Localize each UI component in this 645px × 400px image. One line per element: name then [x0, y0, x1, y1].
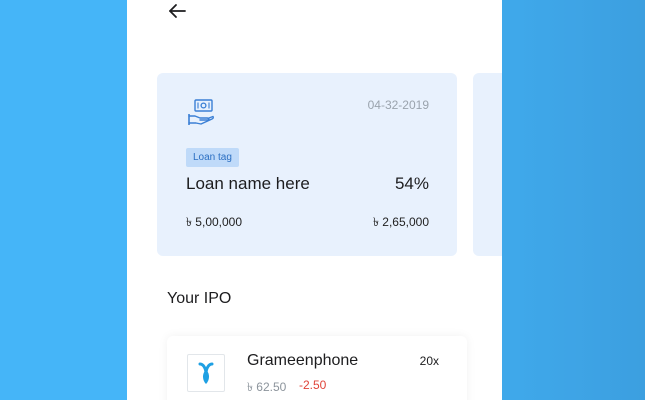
loan-name: Loan name here: [186, 174, 310, 193]
ipo-multiplier: 20x: [419, 354, 439, 368]
loan-amount-remaining: ৳ 2,65,000: [372, 215, 429, 229]
app-screen: 04-32-2019 Loan tag Loan name here 54% ৳…: [127, 0, 502, 400]
loan-card[interactable]: 04-32-2019 Loan tag Loan name here 54% ৳…: [157, 73, 457, 256]
ipo-company-name: Grameenphone: [247, 352, 359, 369]
grameenphone-logo: [187, 354, 225, 392]
loan-percent: 54%: [394, 174, 429, 193]
back-button[interactable]: [167, 0, 189, 22]
loan-date: 04-32-2019: [367, 98, 429, 112]
ipo-price: ৳ 62.50: [247, 380, 287, 394]
loan-tag-badge: Loan tag: [186, 148, 239, 167]
arrow-left-icon: [169, 4, 186, 18]
ipo-price-change: -2.50: [299, 378, 327, 392]
next-loan-card[interactable]: [473, 73, 502, 256]
loan-amount-total: ৳ 5,00,000: [186, 215, 243, 229]
ipo-section-title: Your IPO: [167, 290, 232, 307]
hand-holding-cash-icon: [187, 97, 217, 127]
ipo-list-item[interactable]: Grameenphone 20x ৳ 62.50 -2.50: [167, 336, 467, 400]
